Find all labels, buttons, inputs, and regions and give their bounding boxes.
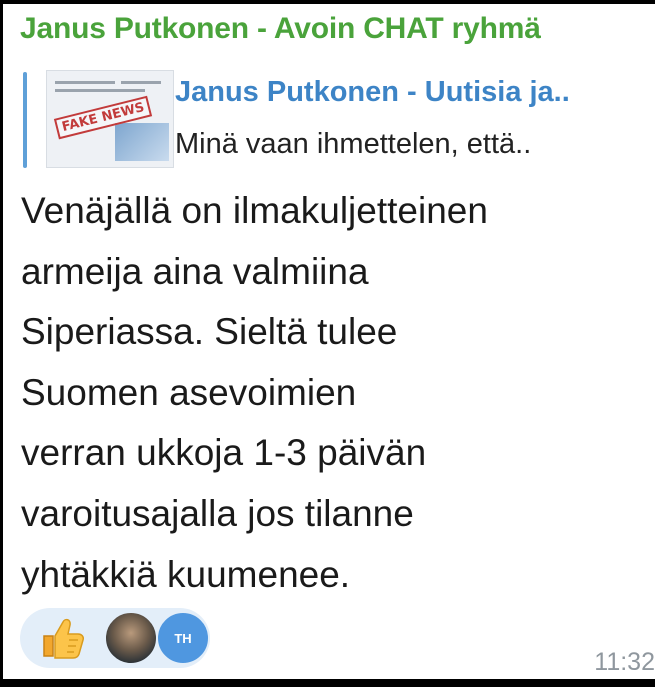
reply-thumbnail: FAKE NEWS bbox=[46, 70, 174, 168]
message-line: Venäjällä on ilmakuljetteinen bbox=[21, 190, 488, 231]
message-bubble[interactable]: Janus Putkonen - Avoin CHAT ryhmä FAKE N… bbox=[3, 4, 655, 679]
thumbnail-text-line bbox=[55, 81, 115, 84]
message-time: 11:32 bbox=[594, 648, 655, 676]
thumbnail-text-line bbox=[55, 89, 145, 92]
thumbnail-text-line bbox=[121, 81, 161, 84]
message-line: Siperiassa. Sieltä tulee bbox=[21, 311, 398, 353]
reply-preview[interactable]: FAKE NEWS Janus Putkonen - Uutisia ja.. … bbox=[23, 66, 655, 170]
reply-bar bbox=[23, 72, 27, 168]
message-line: yhtäkkiä kuumenee. bbox=[21, 553, 351, 595]
screen-edge-bottom bbox=[0, 679, 655, 687]
initials-avatar[interactable]: TH bbox=[156, 611, 210, 665]
thumbnail-photo bbox=[115, 123, 169, 161]
reply-title: Janus Putkonen - Uutisia ja.. bbox=[175, 76, 570, 108]
sender-name[interactable]: Janus Putkonen - Avoin CHAT ryhmä bbox=[20, 12, 541, 46]
message-text: Venäjällä on ilmakuljetteinen armeija ai… bbox=[21, 181, 641, 605]
user-photo-avatar[interactable] bbox=[104, 611, 158, 665]
reply-text: Minä vaan ihmettelen, että.. bbox=[175, 128, 532, 160]
message-line: verran ukkoja 1-3 päivän bbox=[21, 432, 427, 474]
thumbs-up-icon bbox=[43, 618, 84, 659]
message-line: Suomen asevoimien bbox=[21, 371, 357, 413]
message-line: armeija aina valmiina bbox=[21, 250, 369, 292]
reaction-chip[interactable]: TH bbox=[20, 608, 210, 668]
message-line: varoitusajalla jos tilanne bbox=[21, 492, 414, 534]
